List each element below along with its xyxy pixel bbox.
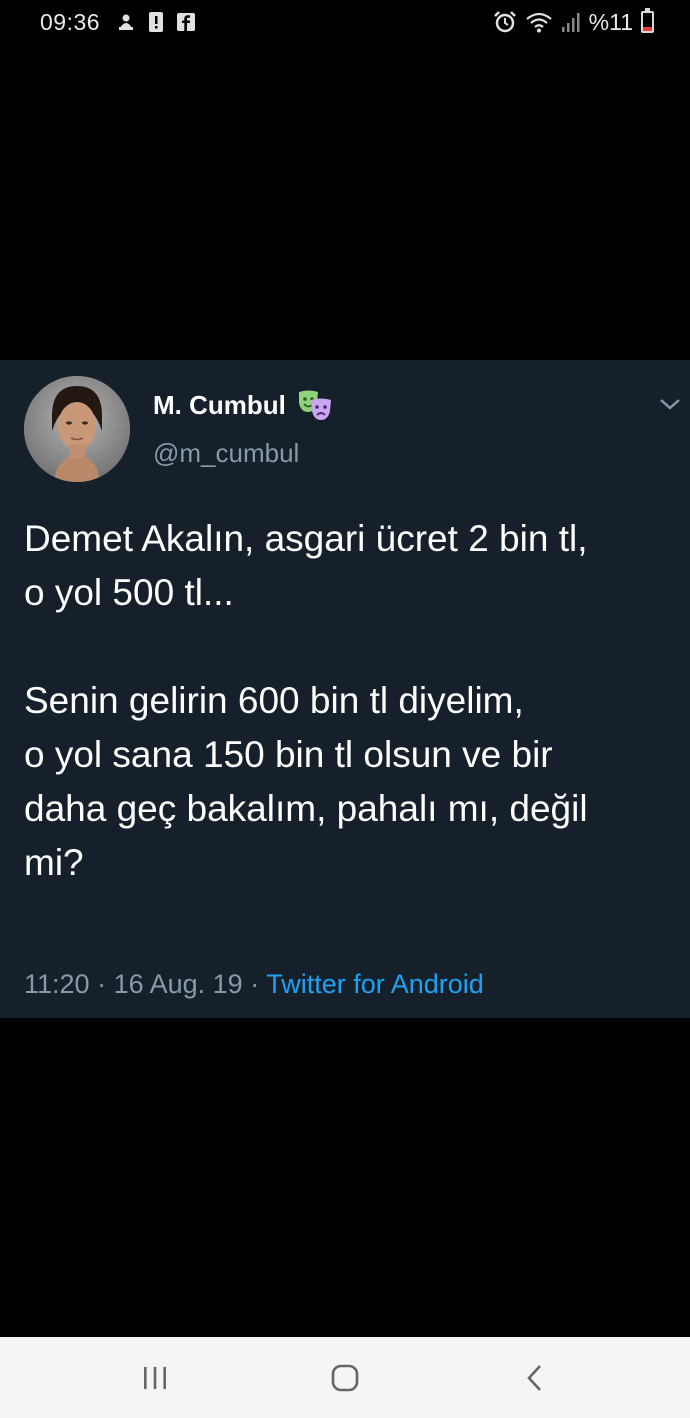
facebook-icon	[177, 13, 196, 31]
display-name-row[interactable]: M. Cumbul	[153, 388, 334, 422]
avatar-portrait-image	[24, 376, 130, 482]
recent-apps-icon	[144, 1366, 166, 1389]
display-name[interactable]: M. Cumbul	[153, 390, 286, 421]
status-notification-icons	[116, 11, 196, 33]
tweet-text-line: o yol sana 150 bin tl olsun ve bir	[24, 734, 553, 775]
tweet-text-line: Senin gelirin 600 bin tl diyelim,	[24, 680, 524, 721]
home-button[interactable]	[315, 1353, 375, 1403]
tweet-date: 16 Aug. 19	[113, 969, 243, 999]
signal-icon	[561, 13, 580, 32]
battery-percent: %11	[588, 8, 633, 35]
avatar[interactable]	[24, 376, 130, 482]
user-handle[interactable]: @m_cumbul	[153, 438, 299, 469]
home-icon	[331, 1364, 359, 1391]
status-bar: 09:36 %11	[0, 0, 690, 44]
tweet-text-line: daha geç bakalım, pahalı mı, değil	[24, 788, 588, 829]
theater-masks-icon	[298, 390, 331, 420]
tweet-time: 11:20	[24, 969, 90, 999]
usb-debug-icon	[119, 14, 134, 30]
meta-separator: ·	[89, 969, 114, 999]
battery-icon	[641, 8, 654, 33]
status-system-icons: %11	[493, 8, 654, 36]
wifi-icon	[525, 12, 552, 33]
chevron-down-icon[interactable]	[656, 394, 684, 414]
alert-icon	[149, 12, 164, 32]
tweet-meta: 11:20 · 16 Aug. 19 · Twitter for Android	[24, 969, 484, 1000]
tweet-source-link[interactable]: Twitter for Android	[266, 969, 484, 999]
navigation-bar	[0, 1337, 690, 1418]
status-time: 09:36	[40, 8, 101, 35]
meta-separator: ·	[242, 969, 267, 999]
back-icon	[527, 1364, 541, 1391]
back-button[interactable]	[505, 1353, 565, 1403]
tweet-text-line: o yol 500 tl...	[24, 572, 234, 613]
alarm-icon	[493, 11, 516, 33]
recent-apps-button[interactable]	[125, 1353, 185, 1403]
tweet-text-line: mi?	[24, 842, 84, 883]
battery-level-fill	[643, 27, 652, 31]
tweet-card[interactable]: M. Cumbul @m_cumbul Demet Akalın, asgari…	[0, 360, 690, 1018]
tweet-text: Demet Akalın, asgari ücret 2 bin tl, o y…	[24, 512, 674, 890]
tweet-text-line: Demet Akalın, asgari ücret 2 bin tl,	[24, 518, 588, 559]
